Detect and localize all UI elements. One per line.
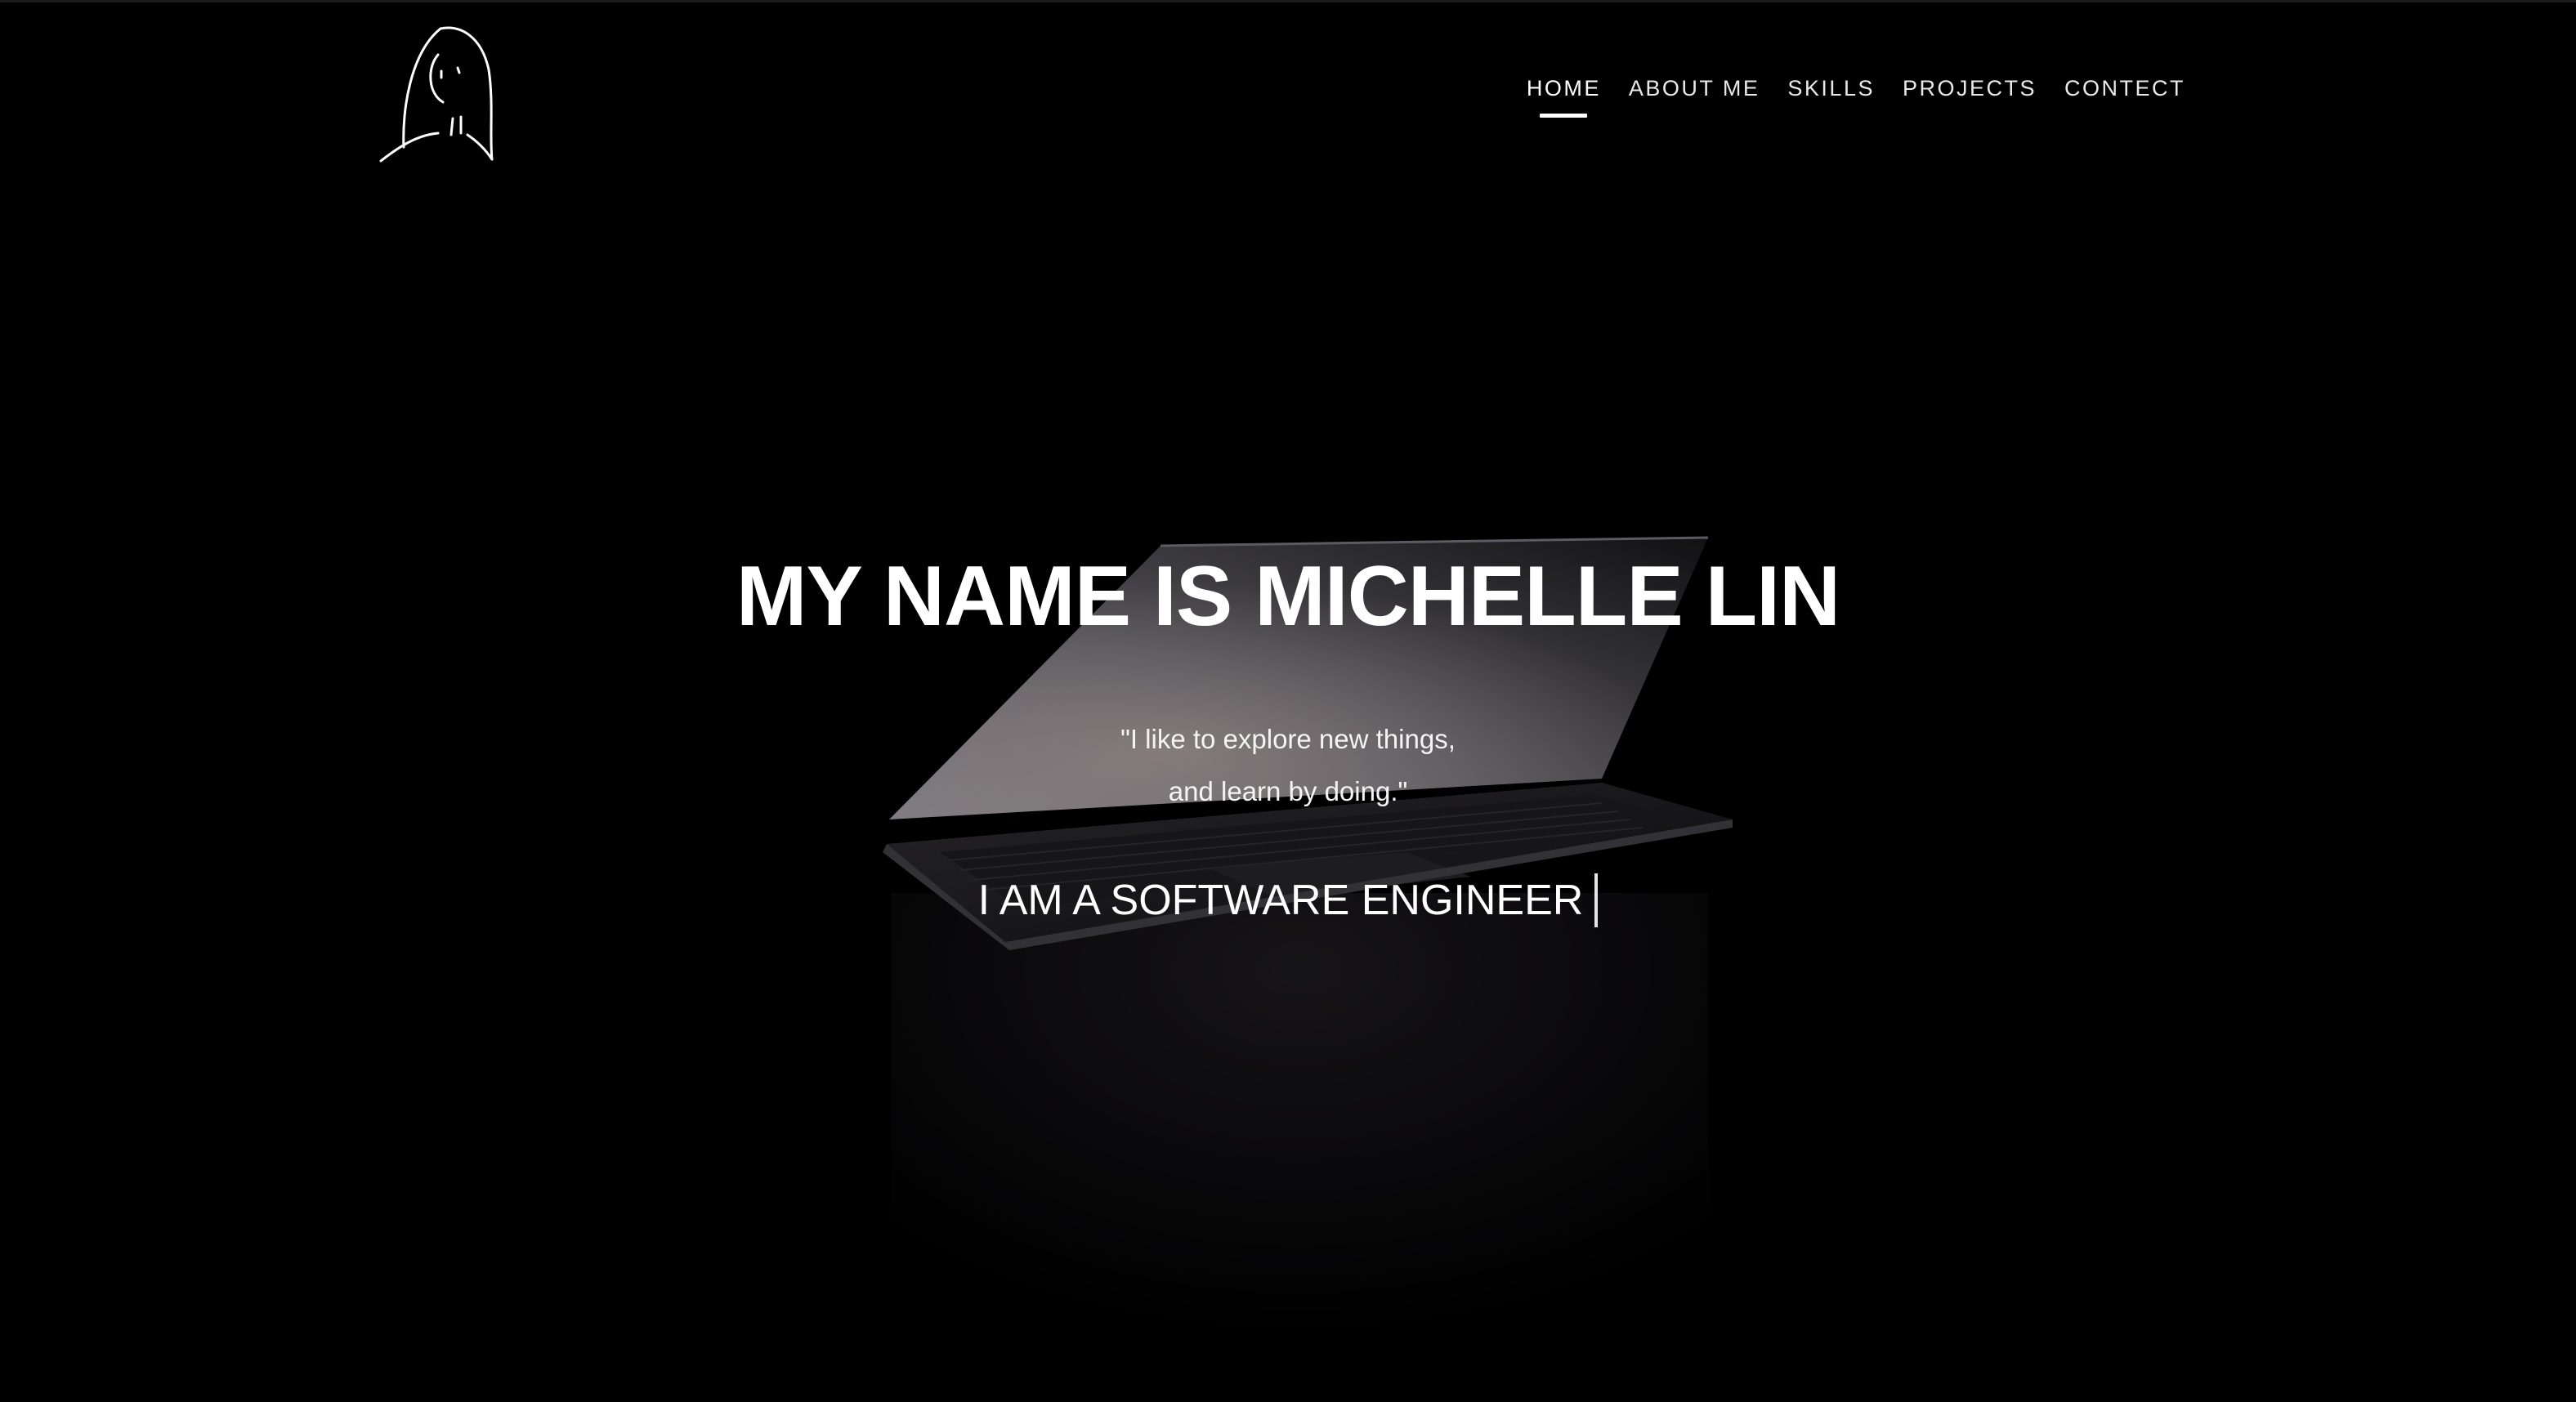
page: HOME ABOUT ME SKILLS PROJECTS CONTECT MY… (0, 0, 2576, 1402)
nav-item-contect[interactable]: CONTECT (2064, 74, 2185, 118)
typed-text: I AM A SOFTWARE ENGINEER (977, 877, 1584, 925)
quote-line-2: and learn by doing." (1168, 776, 1408, 806)
logo-girl-drawing-icon[interactable] (379, 20, 502, 167)
nav-item-projects[interactable]: PROJECTS (1903, 74, 2037, 118)
nav-item-home[interactable]: HOME (1527, 74, 1601, 118)
hero-quote: "I like to explore new things, and learn… (0, 713, 2576, 818)
typed-role-text: I AM A SOFTWARE ENGINEER (0, 873, 2576, 928)
hero-title: MY NAME IS MICHELLE LIN (736, 549, 1840, 644)
typing-caret-icon (1594, 873, 1599, 928)
hero-background-laptop-image (0, 2, 2576, 1402)
quote-line-1: "I like to explore new things, (1120, 724, 1456, 754)
main-nav: HOME ABOUT ME SKILLS PROJECTS CONTECT (1527, 74, 2185, 118)
nav-item-about-me[interactable]: ABOUT ME (1629, 74, 1760, 118)
nav-item-skills[interactable]: SKILLS (1787, 74, 1875, 118)
